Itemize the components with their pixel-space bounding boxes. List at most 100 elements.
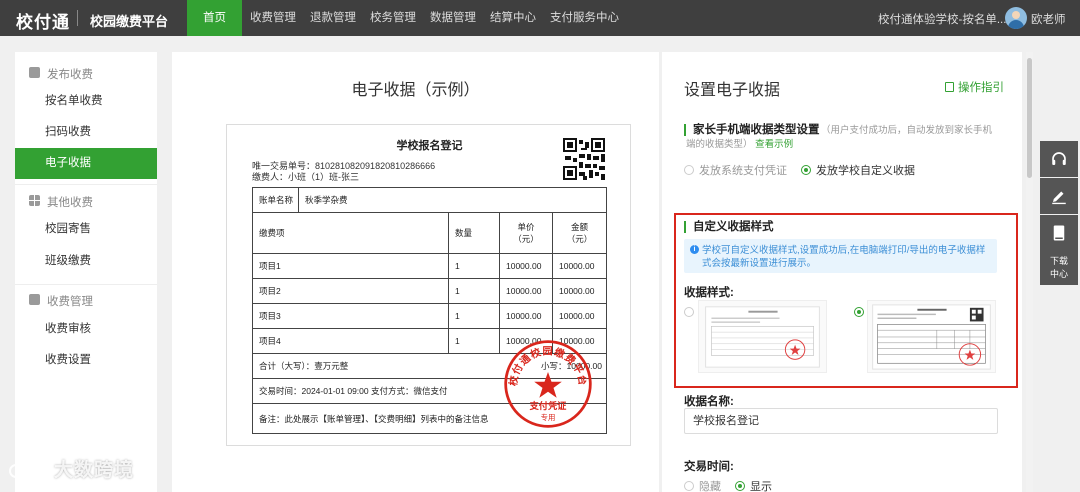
download-box-icon [29,294,40,305]
main-nav: 首页 收费管理 退款管理 校务管理 数据管理 结算中心 支付服务中心 [187,0,626,36]
info-icon: i [690,245,699,254]
receipt-style-thumbnail-2 [867,300,996,373]
table-cell: 项目2 [259,286,281,296]
table-row: 项目1 1 10000.00 10000.00 [253,254,606,279]
settings-title: 设置电子收据 [684,82,781,99]
nav-data-management[interactable]: 数据管理 [423,0,483,36]
radio-label: 发放学校自定义收据 [816,165,915,177]
table-cell: 1 [455,336,460,346]
table-row: 项目3 1 10000.00 10000.00 [253,304,606,329]
sidebar-item-qr-charge[interactable]: 扫码收费 [15,117,157,148]
radio-style-2[interactable] [854,307,864,317]
sidebar-item-fee-settings[interactable]: 收费设置 [15,345,157,376]
sidebar-group-other: 其他收费 [15,190,157,212]
preview-title: 电子收据（示例） [351,82,480,99]
radio-show-time[interactable] [735,481,745,491]
table-cell: 项目3 [259,311,281,321]
info-text: 学校可自定义收据样式,设置成功后,在电脑端打印/导出的电子收据样式会按最新设置进… [702,245,986,269]
avatar[interactable] [1005,7,1027,29]
col-header-amount: 金额 （元） [566,222,593,244]
table-cell: 项目1 [259,261,281,271]
receipt-name-input[interactable]: 学校报名登记 [684,408,998,434]
qr-code-icon [563,138,605,180]
table-cell: 10000.00 [506,311,542,321]
watermark-logo-icon [9,459,46,478]
school-selector[interactable]: 校付通体验学校-按名单... [878,11,1006,27]
manual-button[interactable] [1040,215,1078,251]
table-cell: 1 [455,311,460,321]
top-navigation-bar: 校付通 校园缴费平台 首页 收费管理 退款管理 校务管理 数据管理 结算中心 支… [0,0,1080,36]
sidebar-item-e-receipt[interactable]: 电子收据 [15,148,157,179]
radio-label: 发放系统支付凭证 [699,165,787,177]
table-cell: 项目4 [259,336,281,346]
table-cell: 10000.00 [559,286,595,296]
table-cell: 1 [455,286,460,296]
sidebar-group-label: 收费管理 [47,296,93,308]
nav-payment-service-center[interactable]: 支付服务中心 [543,0,626,36]
scrollbar-thumb[interactable] [1027,58,1032,178]
nav-school-affairs[interactable]: 校务管理 [363,0,423,36]
bill-name-row: 账单名称 秋季学杂费 [253,188,606,213]
sidebar-group-label: 发布收费 [47,69,93,81]
receipt-style-option-1[interactable] [684,300,827,373]
receipt-type-options: 发放系统支付凭证 发放学校自定义收据 [684,162,915,178]
table-cell: 1 [455,261,460,271]
table-cell: 10000.00 [559,261,595,271]
guide-label: 操作指引 [958,82,1004,94]
pen-icon [1052,191,1066,205]
sidebar-divider [15,184,157,185]
total-amount-caps: 合计（大写）：壹万元整 [259,361,349,371]
nav-refund-management[interactable]: 退款管理 [303,0,363,36]
col-header-unit-price: 单价 （元） [513,222,539,244]
headset-icon [1052,152,1066,165]
grid-icon [29,195,40,206]
book-icon [1053,225,1065,241]
sidebar-group-label: 其他收费 [47,197,93,209]
sidebar-item-fee-review[interactable]: 收费审核 [15,314,157,345]
brand-logo[interactable]: 校付通 [16,8,70,33]
radio-hide-time[interactable] [684,481,694,491]
user-name[interactable]: 欧老师 [1031,11,1066,27]
sidebar-group-manage: 收费管理 [15,289,157,311]
sidebar-item-class-payment[interactable]: 班级缴费 [15,246,157,277]
bill-name-value: 秋季学杂费 [305,195,348,205]
feedback-button[interactable] [1040,178,1078,214]
stamp-bottom-text: 支付凭证 [529,400,568,412]
watermark-text: 大数跨境 [54,460,135,481]
watermark: 大数跨境 [8,455,134,482]
logo-divider [77,10,78,26]
view-example-link[interactable]: 查看示例 [755,139,793,150]
receipt-name-label: 收据名称: [684,396,734,408]
receipt-style-option-2[interactable] [854,300,996,373]
col-header-qty: 数量 [455,228,473,238]
table-cell: 10000.00 [559,311,595,321]
radio-style-1[interactable] [684,307,694,317]
nav-fee-management[interactable]: 收费管理 [242,0,303,36]
col-header-item: 缴费项 [259,228,285,238]
table-cell: 10000.00 [506,286,542,296]
radio-label: 隐藏 [699,481,721,492]
operation-guide-link[interactable]: 操作指引 [945,79,1004,95]
table-cell: 10000.00 [506,261,542,271]
download-center-button[interactable]: 下载 中心 [1040,251,1078,285]
sidebar-group-publish: 发布收费 [15,62,157,84]
edit-icon [29,67,40,78]
table-header-row: 缴费项 数量 单价 （元） 金额 （元） [253,213,606,254]
customer-service-button[interactable] [1040,141,1078,177]
receipt-settings-panel: 设置电子收据 操作指引 家长手机端收据类型设置 （用户支付成功后，自动发放到家长… [662,52,1022,492]
platform-name: 校园缴费平台 [90,14,169,29]
bill-name-label: 账单名称 [259,195,294,205]
sidebar-item-consignment[interactable]: 校园寄售 [15,214,157,245]
sidebar-item-list-charge[interactable]: 按名单收费 [15,86,157,117]
download-center-label: 下载 中心 [1049,256,1068,279]
note-text: （用户支付成功后，自动发放到家长手机端的收据类型） [686,125,993,150]
nav-home[interactable]: 首页 [187,0,242,36]
document-icon [945,82,954,92]
trade-time-options: 隐藏 显示 [684,478,772,492]
radio-custom-receipt[interactable] [801,165,811,175]
table-row: 项目2 1 10000.00 10000.00 [253,279,606,304]
custom-style-section-title: 自定义收据样式 [684,221,774,233]
nav-settlement-center[interactable]: 结算中心 [483,0,543,36]
radio-system-voucher[interactable] [684,165,694,175]
receipt-type-note: （用户支付成功后，自动发放到家长手机端的收据类型） 查看示例 [686,124,1001,152]
